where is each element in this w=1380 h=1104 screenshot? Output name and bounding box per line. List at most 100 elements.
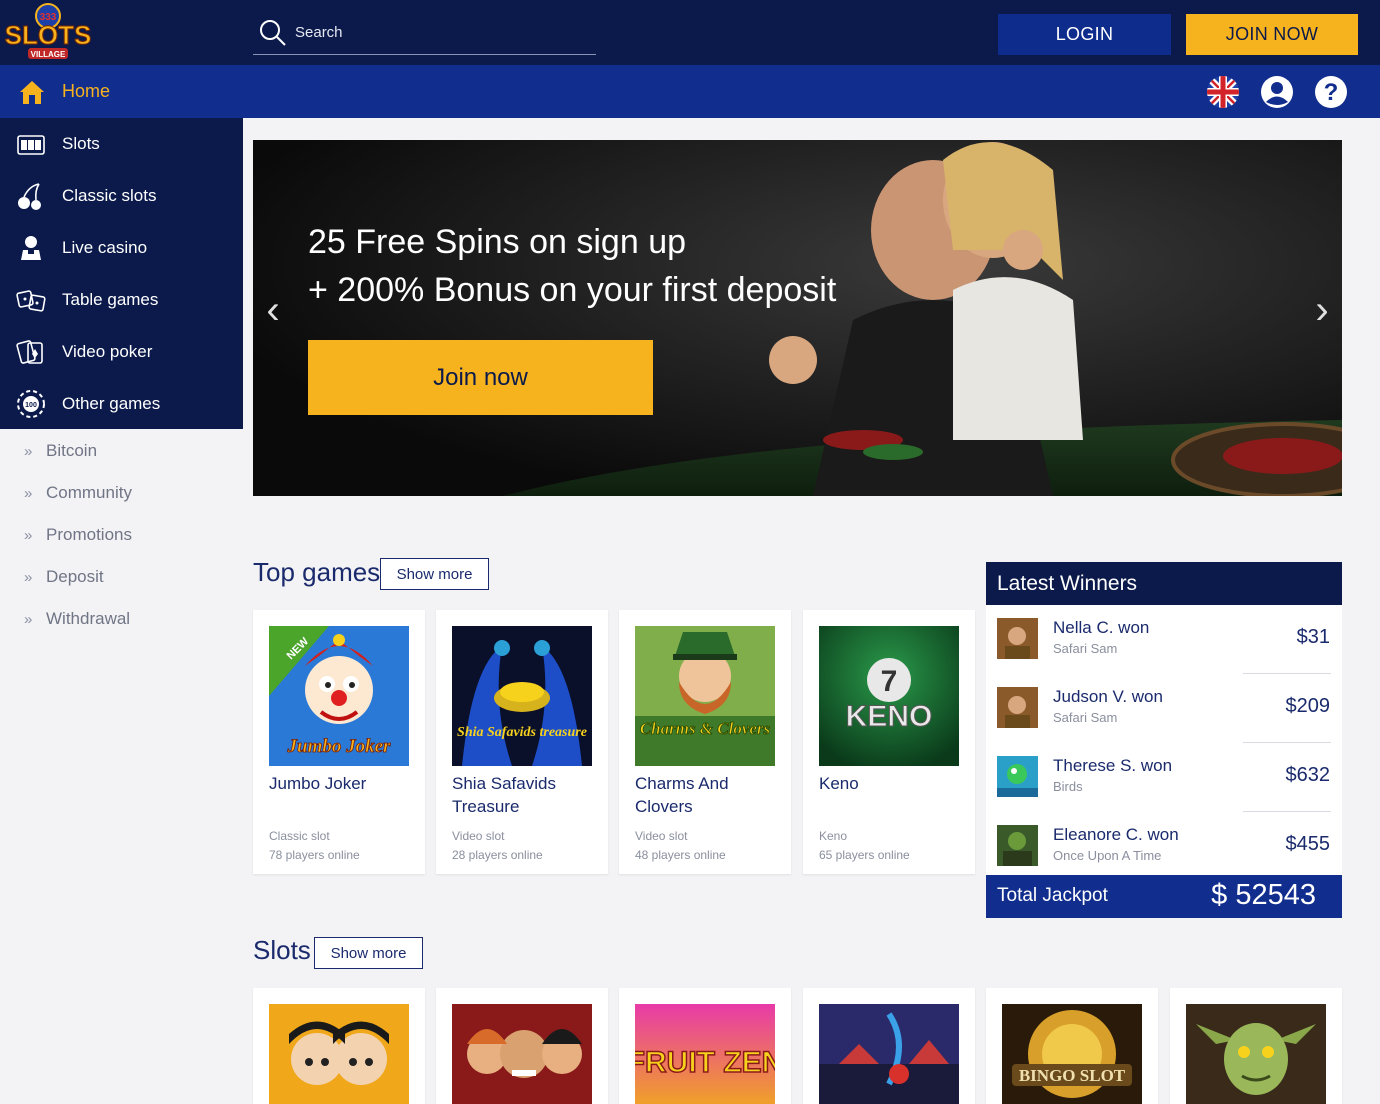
- svg-text:100: 100: [25, 402, 37, 409]
- slot-card[interactable]: BINGO SLOT: [986, 988, 1158, 1104]
- banner-headline: 25 Free Spins on sign up + 200% Bonus on…: [308, 223, 837, 309]
- cards-icon: [15, 336, 47, 368]
- latest-winners-title: Latest Winners: [986, 562, 1342, 605]
- double-chevron-icon: »: [24, 442, 33, 460]
- home-icon: [17, 77, 47, 107]
- slots-title: Slots: [253, 935, 311, 965]
- svg-text:7: 7: [881, 665, 898, 698]
- svg-text:Jumbo Joker: Jumbo Joker: [287, 736, 392, 757]
- dice-icon: [15, 284, 47, 316]
- sidebar-item-other-games[interactable]: 100 Other games: [0, 378, 243, 430]
- top-games-show-more-button[interactable]: Show more: [380, 558, 489, 590]
- search-icon[interactable]: [257, 17, 287, 47]
- sidebar-item-live-casino[interactable]: Live casino: [0, 222, 243, 274]
- search-box[interactable]: [253, 14, 596, 55]
- players-online: 65 players online: [819, 848, 910, 862]
- game-thumbnail[interactable]: BINGO SLOT: [1002, 1004, 1142, 1104]
- sidebar-link-withdrawal[interactable]: » Withdrawal: [0, 599, 243, 639]
- svg-text:SLOTS: SLOTS: [5, 20, 92, 50]
- game-card-keno[interactable]: 7 KENO Keno Keno 65 players online: [803, 610, 975, 874]
- game-thumbnail[interactable]: Charms & Clovers: [635, 626, 775, 766]
- winner-game[interactable]: Safari Sam: [1053, 641, 1117, 656]
- winner-game-thumbnail: [997, 825, 1038, 866]
- svg-text:FRUIT ZEN: FRUIT ZEN: [635, 1046, 775, 1079]
- sidebar-link-promotions[interactable]: » Promotions: [0, 515, 243, 555]
- slots-show-more-button[interactable]: Show more: [314, 937, 423, 969]
- top-bar: 333 SLOTS VILLAGE LOGIN JOIN NOW: [0, 0, 1380, 65]
- svg-text:BINGO SLOT: BINGO SLOT: [1019, 1066, 1126, 1085]
- game-card-charms-and-clovers[interactable]: Charms & Clovers Charms And Clovers Vide…: [619, 610, 791, 874]
- sidebar-item-slots[interactable]: Slots: [0, 118, 243, 170]
- total-jackpot: Total Jackpot $ 52543: [986, 875, 1342, 918]
- slot-card[interactable]: [253, 988, 425, 1104]
- login-button[interactable]: LOGIN: [998, 14, 1171, 55]
- game-thumbnail[interactable]: NEW Jumbo Joker: [269, 626, 409, 766]
- game-category: Keno: [819, 829, 848, 843]
- double-chevron-icon: »: [24, 526, 33, 544]
- chip-icon: 100: [15, 388, 47, 420]
- help-icon[interactable]: ?: [1314, 75, 1348, 109]
- dealer-icon: [15, 232, 47, 264]
- game-thumbnail[interactable]: [1186, 1004, 1326, 1104]
- game-thumbnail[interactable]: [269, 1004, 409, 1104]
- players-online: 28 players online: [452, 848, 543, 862]
- game-thumbnail[interactable]: [452, 1004, 592, 1104]
- game-thumbnail[interactable]: 7 KENO: [819, 626, 959, 766]
- jackpot-label: Total Jackpot: [997, 885, 1108, 906]
- join-now-button[interactable]: JOIN NOW: [1186, 14, 1358, 55]
- search-input[interactable]: [295, 20, 585, 44]
- top-games-title: Top games: [253, 557, 381, 587]
- winner-name: Judson V. won: [1053, 687, 1163, 706]
- user-account-icon[interactable]: [1260, 75, 1294, 109]
- winner-row[interactable]: Eleanore C. won Once Upon A Time $455: [986, 812, 1342, 881]
- winner-row[interactable]: Nella C. won Safari Sam $31: [986, 605, 1342, 674]
- game-card-jumbo-joker[interactable]: NEW Jumbo Joker Jumbo Joker Classic slot…: [253, 610, 425, 874]
- sidebar-link-deposit[interactable]: » Deposit: [0, 557, 243, 597]
- sidebar: Slots Classic slots Live casino Table ga…: [0, 118, 243, 429]
- winner-game[interactable]: Birds: [1053, 779, 1083, 794]
- sidebar-item-video-poker[interactable]: Video poker: [0, 326, 243, 378]
- slot-card[interactable]: FRUIT ZEN: [619, 988, 791, 1104]
- double-chevron-icon: »: [24, 484, 33, 502]
- nav-bar: Home ?: [0, 65, 1380, 118]
- banner-casino-image: [253, 140, 1342, 496]
- slot-card[interactable]: [803, 988, 975, 1104]
- players-online: 78 players online: [269, 848, 360, 862]
- game-name[interactable]: Charms And Clovers: [635, 772, 785, 818]
- winner-name: Therese S. won: [1053, 756, 1173, 775]
- game-name[interactable]: Shia Safavids Treasure: [452, 772, 602, 818]
- winner-game[interactable]: Once Upon A Time: [1053, 848, 1161, 863]
- sidebar-item-classic-slots[interactable]: Classic slots: [0, 170, 243, 222]
- slot-card[interactable]: [436, 988, 608, 1104]
- winner-row[interactable]: Therese S. won Birds $632: [986, 743, 1342, 812]
- slot-card[interactable]: [1170, 988, 1342, 1104]
- game-name[interactable]: Keno: [819, 772, 969, 795]
- game-thumbnail[interactable]: FRUIT ZEN: [635, 1004, 775, 1104]
- svg-text:VILLAGE: VILLAGE: [31, 50, 66, 59]
- slot-machine-icon: [15, 128, 47, 160]
- winner-game[interactable]: Safari Sam: [1053, 710, 1117, 725]
- carousel-prev-icon[interactable]: ‹: [258, 290, 288, 330]
- game-thumbnail[interactable]: Shia Safavids treasure: [452, 626, 592, 766]
- game-card-shia-safavids-treasure[interactable]: Shia Safavids treasure Shia Safavids Tre…: [436, 610, 608, 874]
- sidebar-link-bitcoin[interactable]: » Bitcoin: [0, 431, 243, 471]
- nav-item-home[interactable]: Home: [0, 65, 243, 118]
- winner-row[interactable]: Judson V. won Safari Sam $209: [986, 674, 1342, 743]
- game-category: Video slot: [635, 829, 688, 843]
- winner-name: Eleanore C. won: [1053, 825, 1179, 844]
- banner-join-button[interactable]: Join now: [308, 340, 653, 415]
- svg-text:?: ?: [1324, 79, 1339, 106]
- carousel-next-icon[interactable]: ›: [1307, 290, 1337, 330]
- sidebar-item-table-games[interactable]: Table games: [0, 274, 243, 326]
- sidebar-link-community[interactable]: » Community: [0, 473, 243, 513]
- uk-flag-icon[interactable]: [1206, 75, 1240, 109]
- nav-home-label: Home: [62, 81, 111, 101]
- site-logo[interactable]: 333 SLOTS VILLAGE: [4, 2, 92, 62]
- svg-text:Shia Safavids treasure: Shia Safavids treasure: [457, 725, 587, 740]
- game-thumbnail[interactable]: [819, 1004, 959, 1104]
- double-chevron-icon: »: [24, 568, 33, 586]
- winner-game-thumbnail: [997, 618, 1038, 659]
- winner-amount: $455: [1285, 833, 1331, 855]
- jackpot-value: $ 52543: [1211, 879, 1316, 911]
- game-name[interactable]: Jumbo Joker: [269, 772, 419, 795]
